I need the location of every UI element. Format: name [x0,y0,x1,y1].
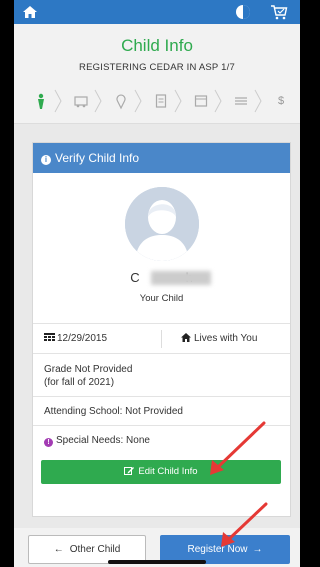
grade-value: Not Provided [74,364,133,375]
school-info: Attending School: Not Provided [44,406,183,417]
verify-child-card: iVerify Child Info Ch Your Child 12/29/2… [32,142,291,517]
child-relation: Your Child [139,293,184,304]
arrow-right-icon: → [252,544,263,555]
edit-icon [124,467,135,475]
school-value: Not Provided [125,406,183,417]
registration-subtitle: REGISTERING CEDAR IN ASP 1/7 [79,62,235,73]
step-separator-icon [214,89,222,113]
special-needs-label: Special Needs: [56,435,124,446]
grade-label: Grade [44,364,72,375]
card-header: i Verify Child Info [33,143,290,173]
card-heading: Verify Child Info [55,151,140,165]
home-icon[interactable] [22,4,38,20]
step-separator-icon [134,89,142,113]
special-needs-row: ! Special Needs: None [33,425,290,454]
step-separator-icon [174,89,182,113]
edit-child-info-label: Edit Child Info [138,466,198,477]
special-needs-value: None [126,435,150,446]
home-icon [181,333,191,342]
edit-child-info-button[interactable]: Edit Child Info [41,460,281,484]
register-now-label: Register Now [187,544,248,555]
lives-with-value: Lives with You [194,333,258,344]
grade-note: (for fall of 2021) [44,377,115,388]
cart-icon[interactable] [270,3,288,21]
theme-toggle-icon[interactable] [236,5,250,19]
row-divider [161,330,162,348]
page-title: Child Info [121,36,193,55]
step-separator-icon [94,89,102,113]
page-header: Child Info REGISTERING CEDAR IN ASP 1/7 [14,24,300,124]
school-label: Attending School: [44,406,123,417]
child-name-first-letter: C [130,270,140,285]
step-separator-icon [254,89,262,113]
date-of-birth: 12/29/2015 [44,333,107,344]
step-separator-icon [54,89,62,113]
grade-info: Grade Not Provided (for fall of 2021) [44,363,132,389]
step-dollar-icon[interactable]: $ [262,86,300,116]
dob-residence-row: 12/29/2015 Lives with You [33,323,290,353]
special-needs-icon: ! [44,438,53,447]
home-indicator [108,560,206,564]
lives-with: Lives with You [181,333,257,344]
other-child-label: Other Child [69,544,121,555]
info-icon: i [41,155,51,165]
top-navigation-bar [14,0,300,24]
special-needs-info: ! Special Needs: None [44,435,150,447]
registration-step-indicator: $ [22,86,294,116]
phone-screen: Child Info REGISTERING CEDAR IN ASP 1/7 [14,0,300,567]
grade-row: Grade Not Provided (for fall of 2021) [33,353,290,396]
school-row: Attending School: Not Provided [33,396,290,425]
dob-value: 12/29/2015 [57,333,108,344]
redacted-name-blur [151,271,211,285]
arrow-left-icon: ← [53,544,64,555]
calendar-grid-icon [44,333,55,341]
child-avatar [125,187,199,261]
